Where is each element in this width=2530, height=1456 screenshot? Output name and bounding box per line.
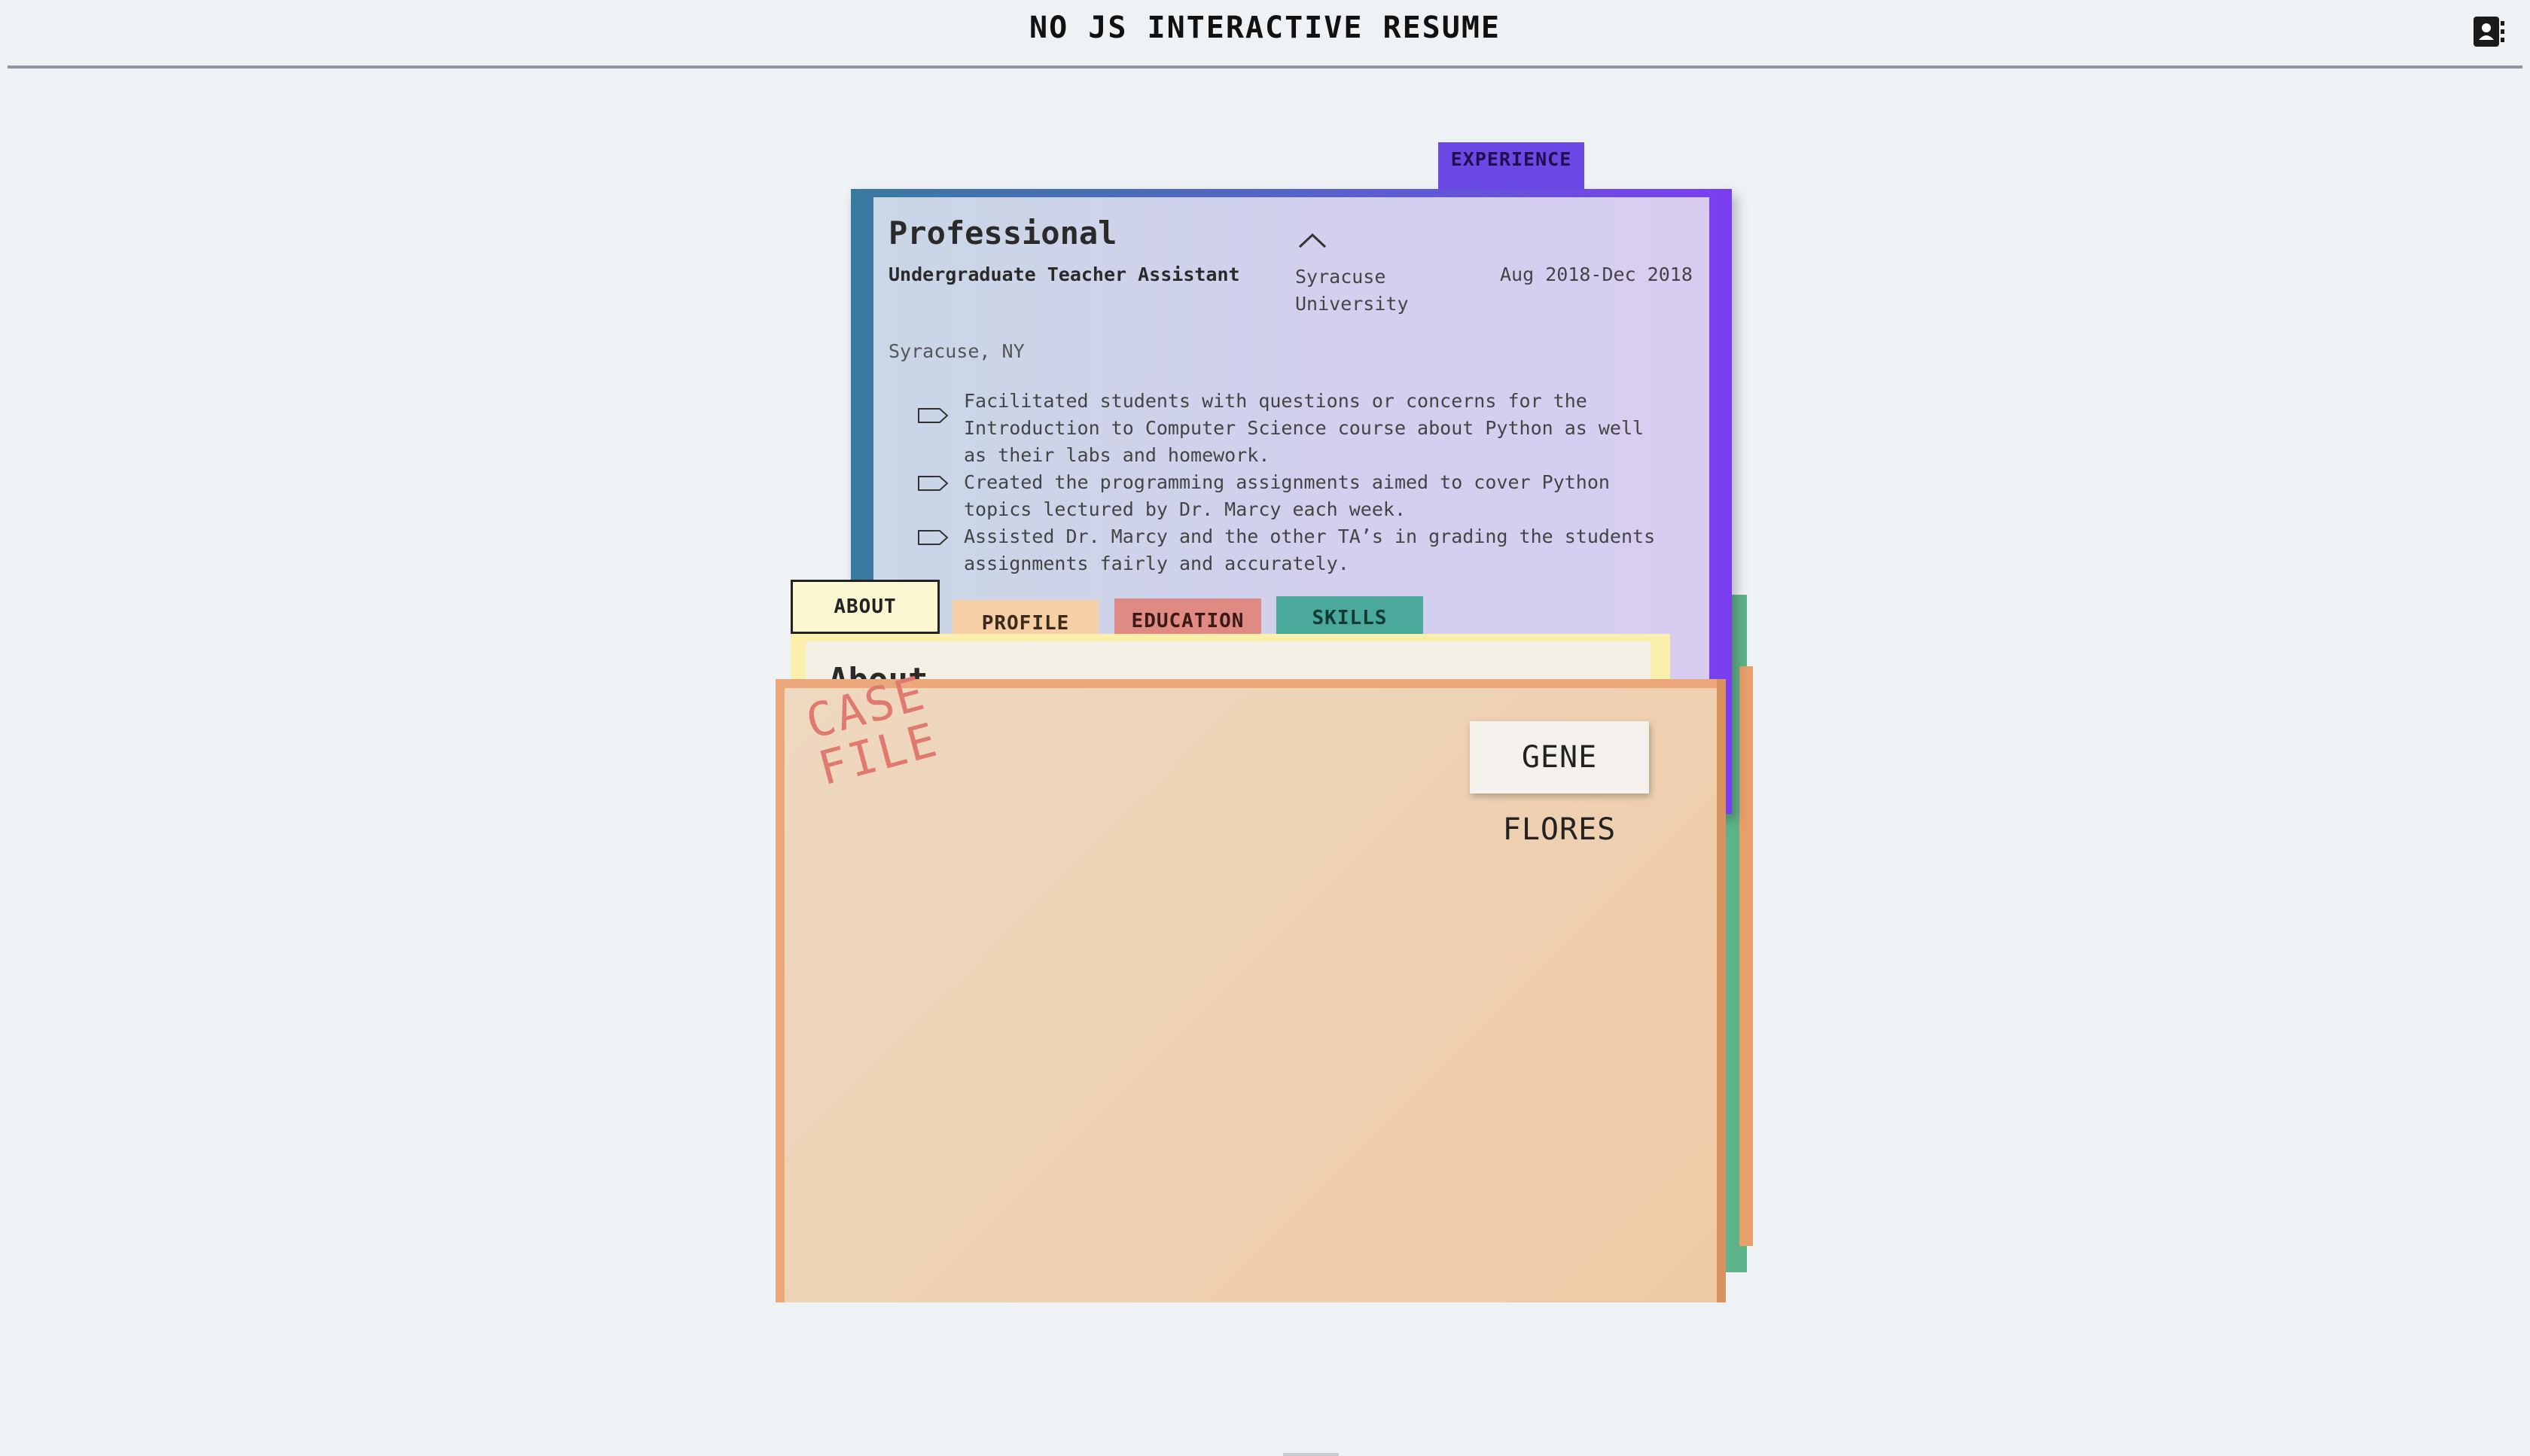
case-file-spine — [1717, 679, 1726, 1302]
tab-profile[interactable]: PROFILE — [953, 600, 1099, 638]
page-title: NO JS INTERACTIVE RESUME — [1029, 11, 1501, 45]
tag-icon — [918, 408, 949, 423]
site-header: NO JS INTERACTIVE RESUME — [8, 0, 2522, 69]
job-bullets: Facilitated students with questions or c… — [915, 388, 1668, 577]
tab-skills[interactable]: SKILLS — [1276, 596, 1423, 638]
tab-experience[interactable]: EXPERIENCE — [1438, 142, 1584, 189]
tab-education[interactable]: EDUCATION — [1114, 599, 1261, 638]
list-item: Assisted Dr. Marcy and the other TA’s in… — [915, 523, 1668, 577]
list-item: Facilitated students with questions or c… — [915, 388, 1668, 469]
bullet-text: Created the programming assignments aime… — [964, 471, 1610, 520]
experience-heading: Professional — [889, 215, 1117, 251]
chevron-up-icon[interactable] — [1297, 230, 1328, 250]
job-organization: Syracuse University — [1295, 266, 1409, 315]
address-book-icon[interactable] — [2472, 15, 2505, 48]
bullet-text: Facilitated students with questions or c… — [964, 390, 1644, 466]
footer-divider — [1283, 1453, 1339, 1456]
tag-icon — [918, 476, 949, 491]
list-item: Created the programming assignments aime… — [915, 469, 1668, 523]
job-title: Undergraduate Teacher Assistant — [889, 263, 1240, 285]
job-dates: Aug 2018-Dec 2018 — [1500, 263, 1693, 285]
bullet-text: Assisted Dr. Marcy and the other TA’s in… — [964, 525, 1656, 574]
job-location: Syracuse, NY — [889, 340, 1025, 362]
tab-about[interactable]: ABOUT — [791, 580, 940, 634]
name-label: GENE FLORES — [1470, 721, 1649, 847]
tag-icon — [918, 530, 949, 545]
profile-folder-edge — [1739, 666, 1753, 1246]
